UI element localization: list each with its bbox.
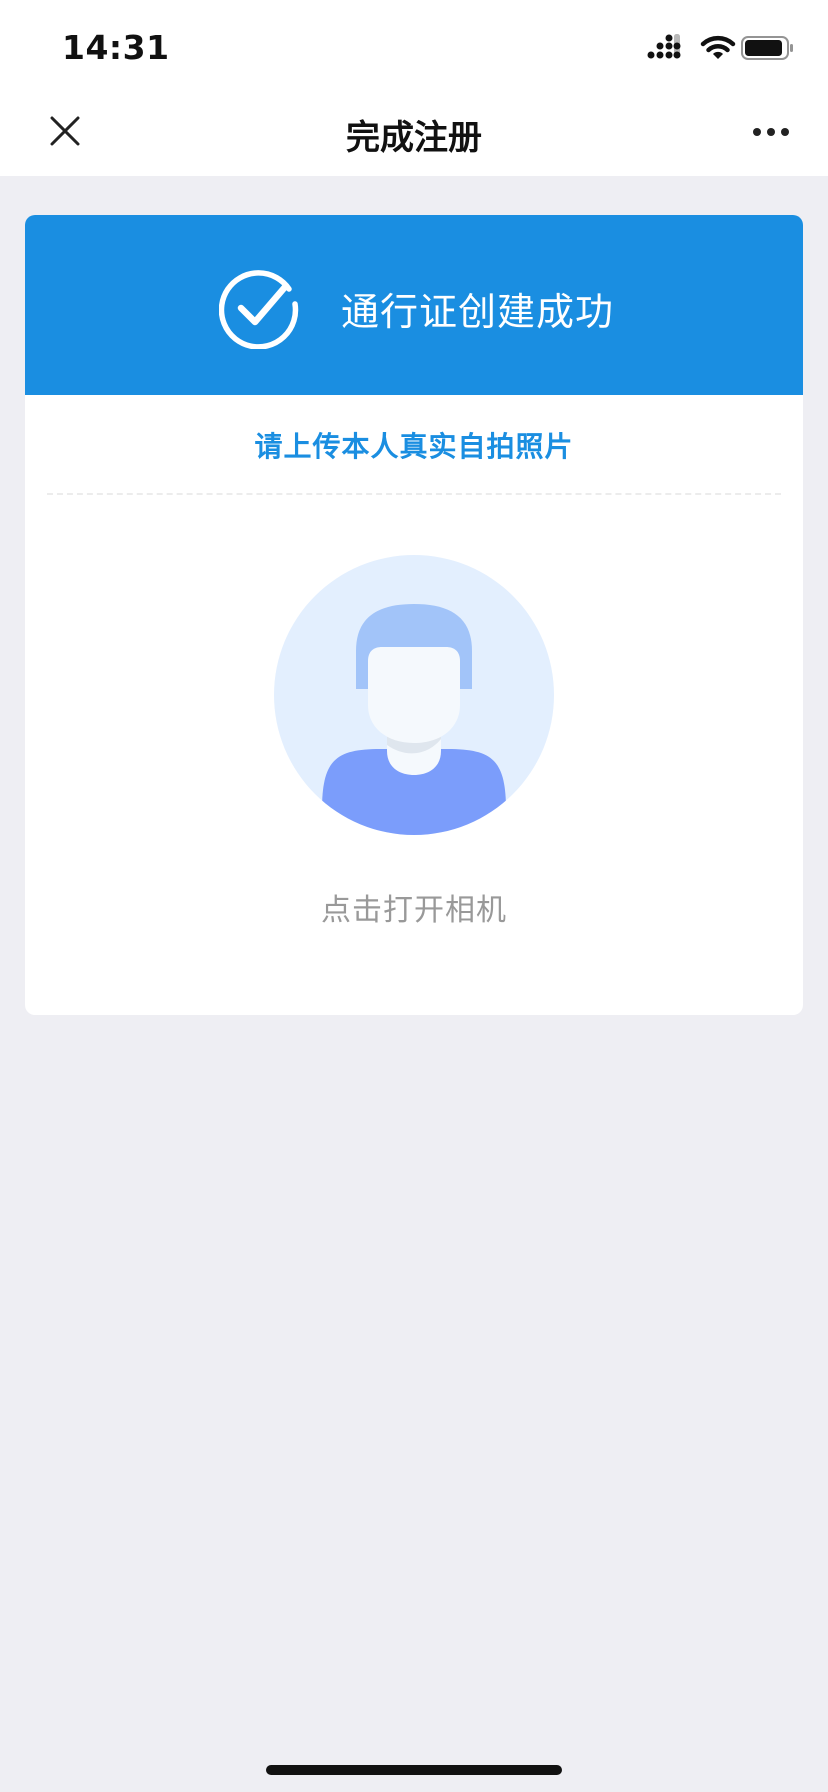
check-circle-icon	[219, 270, 299, 349]
status-icons-svg	[647, 34, 793, 60]
upload-prompt: 请上传本人真实自拍照片	[254, 430, 574, 463]
status-bar: 14:31	[0, 0, 828, 88]
success-message: 通行证创建成功	[341, 290, 615, 334]
open-camera-avatar[interactable]	[274, 555, 554, 835]
success-banner: 通行证创建成功	[25, 215, 803, 395]
more-icon	[753, 128, 789, 136]
dashed-divider	[47, 493, 781, 495]
navigation-bar: 完成注册	[0, 88, 828, 176]
open-camera-link[interactable]: 点击打开相机	[25, 885, 803, 929]
status-icons	[646, 32, 796, 64]
home-indicator	[266, 1765, 562, 1775]
more-button[interactable]	[746, 112, 796, 152]
status-time: 14:31	[62, 28, 170, 67]
cellular-signal-icon	[647, 34, 681, 59]
page-title: 完成注册	[346, 118, 482, 158]
registration-card: 通行证创建成功 请上传本人真实自拍照片 点击打开相机	[25, 215, 803, 1015]
avatar-placeholder-icon	[274, 555, 554, 835]
battery-icon	[741, 36, 793, 60]
wifi-icon	[700, 35, 736, 59]
